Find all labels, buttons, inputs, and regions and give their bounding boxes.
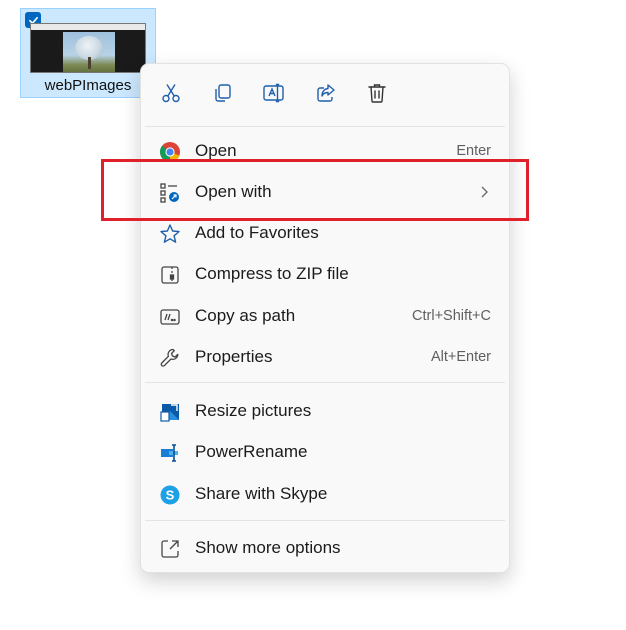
wrench-icon [159, 347, 181, 369]
delete-button[interactable] [360, 78, 394, 112]
more-options-icon [159, 538, 181, 560]
menu-item-properties[interactable]: Properties Alt+Enter [147, 338, 503, 376]
scissors-icon [160, 82, 182, 109]
menu-item-powerrename[interactable]: PowerRename [147, 433, 503, 471]
menu-item-compress-zip[interactable]: Compress to ZIP file [147, 255, 503, 293]
zip-icon [159, 264, 181, 286]
rename-icon [262, 82, 286, 109]
menu-item-shortcut: Enter [456, 143, 491, 159]
star-icon [159, 223, 181, 245]
menu-item-label: Compress to ZIP file [195, 264, 349, 283]
menu-item-label: Copy as path [195, 306, 296, 325]
power-rename-icon [159, 442, 181, 464]
menu-item-label: Add to Favorites [195, 223, 319, 242]
menu-item-label: Open [195, 141, 237, 160]
menu-item-label: PowerRename [195, 442, 308, 461]
menu-divider [145, 520, 505, 521]
menu-item-label: Share with Skype [195, 484, 328, 503]
copy-icon [212, 82, 234, 109]
copy-button[interactable] [206, 78, 240, 112]
trash-icon [366, 82, 388, 109]
svg-text:S: S [166, 488, 175, 503]
menu-divider [145, 126, 505, 127]
skype-icon: S [159, 484, 181, 506]
menu-item-show-more-options[interactable]: Show more options [147, 529, 503, 567]
menu-divider [145, 382, 505, 383]
menu-item-label: Properties [195, 347, 273, 366]
menu-item-resize-pictures[interactable]: Resize pictures [147, 392, 503, 430]
highlight-box [101, 159, 529, 221]
cut-button[interactable] [154, 78, 188, 112]
menu-item-label: Show more options [195, 538, 341, 557]
menu-item-copy-as-path[interactable]: Copy as path Ctrl+Shift+C [147, 297, 503, 335]
menu-item-shortcut: Ctrl+Shift+C [412, 308, 491, 324]
menu-item-label: Resize pictures [195, 401, 312, 420]
context-menu-toolbar [141, 64, 509, 126]
resize-pictures-icon [159, 401, 181, 423]
copy-path-icon [159, 306, 181, 328]
share-button[interactable] [309, 78, 343, 112]
file-item-webpimages[interactable]: webPImages [20, 8, 156, 98]
context-menu: Open Enter Open with Add to Favorites Co… [140, 63, 510, 573]
menu-item-share-with-skype[interactable]: S Share with Skype [147, 475, 503, 513]
rename-button[interactable] [257, 78, 291, 112]
file-thumbnail [30, 23, 146, 73]
share-icon [315, 82, 337, 109]
file-name-label: webPImages [44, 77, 132, 94]
menu-item-shortcut: Alt+Enter [430, 349, 491, 365]
